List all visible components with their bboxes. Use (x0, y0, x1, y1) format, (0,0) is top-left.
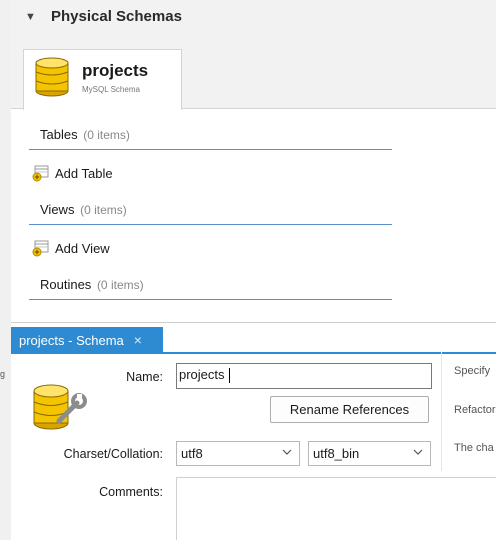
collation-value: utf8_bin (313, 446, 360, 461)
views-count: (0 items) (80, 203, 127, 217)
name-hint: Specify (454, 365, 491, 377)
physical-schemas-header[interactable]: ▼ Physical Schemas (11, 0, 496, 37)
triangle-down-icon[interactable]: ▼ (25, 11, 36, 23)
schema-tab-row: projects MySQL Schema (11, 37, 496, 110)
charset-select[interactable]: utf8 (176, 441, 300, 466)
add-view-icon (32, 240, 49, 257)
charset-collation-label: Charset/Collation: (63, 447, 163, 461)
tab-label: projects - Schema (19, 332, 124, 348)
tables-divider (29, 149, 392, 150)
routines-label: Routines (40, 277, 92, 292)
text-cursor (229, 368, 231, 384)
views-label: Views (40, 202, 75, 217)
schema-name: projects (82, 61, 149, 80)
charset-value: utf8 (181, 446, 203, 461)
collation-select[interactable]: utf8_bin (308, 441, 431, 466)
physical-schemas-title: Physical Schemas (51, 8, 182, 25)
tables-section-header[interactable]: Tables (0 items) (40, 127, 130, 142)
rename-hint: Refactor (454, 404, 496, 416)
add-table-icon (32, 165, 49, 182)
schema-overview-pane: ▼ Physical Schemas projects MySQL Schema… (11, 0, 496, 322)
views-section-header[interactable]: Views (0 items) (40, 202, 127, 217)
tables-count: (0 items) (83, 128, 130, 142)
add-view-button[interactable]: Add View (32, 238, 110, 258)
left-gutter (0, 0, 11, 540)
tables-label: Tables (40, 127, 78, 142)
schema-tab-projects[interactable]: projects MySQL Schema (23, 49, 182, 110)
left-cutoff-text: g (0, 369, 6, 379)
tab-projects-schema[interactable]: projects - Schema × (11, 327, 163, 353)
tab-underline (11, 352, 496, 354)
hint-splitter (441, 351, 442, 471)
schema-edit-icon (33, 384, 87, 430)
database-icon (35, 57, 69, 97)
charset-hint: The cha (454, 442, 494, 454)
views-divider (29, 224, 392, 225)
workbench-schema-view: g ▼ Physical Schemas projects MySQL Sche… (0, 0, 496, 540)
schema-name-input[interactable]: projects (176, 363, 432, 389)
add-table-button[interactable]: Add Table (32, 163, 113, 183)
editor-tabbar: projects - Schema × (11, 323, 496, 353)
comments-textarea[interactable] (176, 477, 496, 540)
name-label: Name: (126, 370, 163, 384)
chevron-down-icon (282, 449, 292, 455)
comments-label: Comments: (99, 485, 163, 499)
close-icon[interactable]: × (134, 332, 142, 348)
schema-editor-pane: projects - Schema × Name: projects Speci… (11, 322, 496, 540)
routines-count: (0 items) (96, 278, 144, 292)
rename-references-button[interactable]: Rename References (270, 396, 429, 423)
chevron-down-icon (413, 449, 423, 455)
add-table-label: Add Table (55, 165, 113, 181)
add-view-label: Add View (55, 240, 110, 256)
routines-section-header[interactable]: Routines (0 items) (40, 277, 144, 292)
schema-type-label: MySQL Schema (82, 85, 140, 94)
routines-divider (29, 299, 392, 300)
schema-name-value: projects (179, 367, 225, 382)
